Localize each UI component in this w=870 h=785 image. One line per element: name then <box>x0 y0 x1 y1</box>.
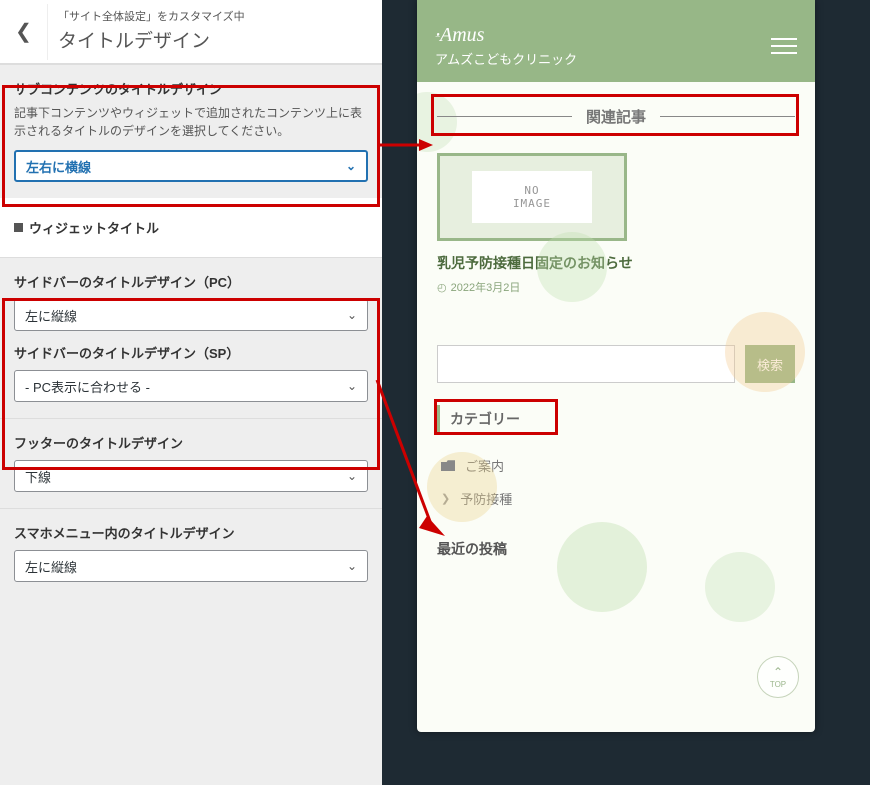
square-bullet-icon <box>14 223 23 232</box>
panel-header: ❮ 「サイト全体設定」をカスタマイズ中 タイトルデザイン <box>0 0 382 64</box>
category-item[interactable]: ご案内 <box>437 449 795 482</box>
select-value: 下線 <box>25 467 51 486</box>
phone-preview: ᵜAmus アムズこどもクリニック 関連記事 <box>417 0 815 732</box>
page-title: タイトルデザイン <box>58 26 245 53</box>
chevron-down-icon: ⌄ <box>347 379 357 393</box>
section-heading: サイドバーのタイトルデザイン（PC） <box>14 272 368 291</box>
back-to-top-button[interactable]: ⌃ TOP <box>757 656 799 698</box>
no-image-placeholder: NO IMAGE <box>472 171 592 223</box>
search-button[interactable]: 検索 <box>745 345 795 383</box>
card-thumbnail: NO IMAGE <box>437 153 627 241</box>
site-brand[interactable]: ᵜAmus アムズこどもクリニック <box>435 24 577 68</box>
sidebar-sp-select[interactable]: - PC表示に合わせる - ⌄ <box>14 370 368 402</box>
customizer-panel: ❮ 「サイト全体設定」をカスタマイズ中 タイトルデザイン サブコンテンツのタイト… <box>0 0 382 785</box>
section-sub-content: サブコンテンツのタイトルデザイン 記事下コンテンツやウィジェットで追加されたコン… <box>0 64 382 198</box>
chevron-right-icon: ❯ <box>441 492 450 505</box>
search-form: 検索 <box>437 345 795 383</box>
search-input[interactable] <box>437 345 735 383</box>
category-list: ご案内 ❯ 予防接種 <box>437 449 795 515</box>
highlight-box <box>434 399 558 435</box>
widget-title-heading: ウィジェットタイトル <box>0 198 382 257</box>
category-item[interactable]: ❯ 予防接種 <box>437 482 795 515</box>
section-description: 記事下コンテンツやウィジェットで追加されたコンテンツ上に表示されるタイトルのデザ… <box>14 104 368 140</box>
section-heading: サブコンテンツのタイトルデザイン <box>14 79 368 98</box>
no-image-line2: IMAGE <box>513 197 551 210</box>
card-date: ◴ 2022年3月2日 <box>437 279 642 295</box>
chevron-left-icon: ❮ <box>15 19 32 44</box>
clock-icon: ◴ <box>437 281 447 294</box>
chevron-down-icon: ⌄ <box>347 559 357 573</box>
footer-design-select[interactable]: 下線 ⌄ <box>14 460 368 492</box>
sub-content-design-select[interactable]: 左右に横線 ⌄ <box>14 150 368 182</box>
no-image-line1: NO <box>524 184 539 197</box>
breadcrumb: 「サイト全体設定」をカスタマイズ中 <box>58 8 245 24</box>
category-widget-title: カテゴリー <box>437 405 520 433</box>
card-title: 乳児予防接種日固定のお知らせ <box>437 253 642 273</box>
section-sidebar-pc: サイドバーのタイトルデザイン（PC） 左に縦線 ⌄ <box>0 257 382 337</box>
panel-header-meta: 「サイト全体設定」をカスタマイズ中 タイトルデザイン <box>48 0 255 63</box>
select-value: 左右に横線 <box>26 157 91 176</box>
folder-icon <box>441 460 455 471</box>
section-sp-menu: スマホメニュー内のタイトルデザイン 左に縦線 ⌄ <box>0 508 382 598</box>
section-sidebar-sp: サイドバーのタイトルデザイン（SP） - PC表示に合わせる - ⌄ <box>0 337 382 418</box>
top-label: TOP <box>770 680 786 689</box>
back-button[interactable]: ❮ <box>0 4 48 60</box>
highlight-box <box>431 94 799 136</box>
chevron-down-icon: ⌄ <box>347 469 357 483</box>
preview-area: ᵜAmus アムズこどもクリニック 関連記事 <box>382 0 870 785</box>
section-heading: フッターのタイトルデザイン <box>14 433 368 452</box>
hamburger-menu-icon[interactable] <box>771 38 797 54</box>
site-header: ᵜAmus アムズこどもクリニック <box>417 0 815 82</box>
sidebar-pc-select[interactable]: 左に縦線 ⌄ <box>14 299 368 331</box>
recent-posts-title: 最近の投稿 <box>437 539 795 559</box>
category-label: ご案内 <box>465 456 504 475</box>
brand-script: ᵜAmus <box>435 24 577 47</box>
chevron-down-icon: ⌄ <box>346 159 356 173</box>
brand-subtitle: アムズこどもクリニック <box>435 49 577 68</box>
category-label: 予防接種 <box>460 489 512 508</box>
section-footer: フッターのタイトルデザイン 下線 ⌄ <box>0 418 382 508</box>
section-heading: サイドバーのタイトルデザイン（SP） <box>14 343 368 362</box>
sp-menu-design-select[interactable]: 左に縦線 ⌄ <box>14 550 368 582</box>
select-value: - PC表示に合わせる - <box>25 377 150 396</box>
widget-title-label: ウィジェットタイトル <box>29 218 159 237</box>
related-post-card[interactable]: NO IMAGE 乳児予防接種日固定のお知らせ ◴ 2022年3月2日 <box>437 153 642 295</box>
chevron-up-icon: ⌃ <box>773 665 783 679</box>
site-body: 関連記事 NO IMAGE 乳児予防接種日固定のお知らせ ◴ 2022年3月2日 <box>417 82 815 732</box>
card-date-text: 2022年3月2日 <box>451 279 521 295</box>
select-value: 左に縦線 <box>25 306 77 325</box>
related-posts-title: 関連記事 <box>437 102 795 131</box>
select-value: 左に縦線 <box>25 557 77 576</box>
chevron-down-icon: ⌄ <box>347 308 357 322</box>
section-heading: スマホメニュー内のタイトルデザイン <box>14 523 368 542</box>
